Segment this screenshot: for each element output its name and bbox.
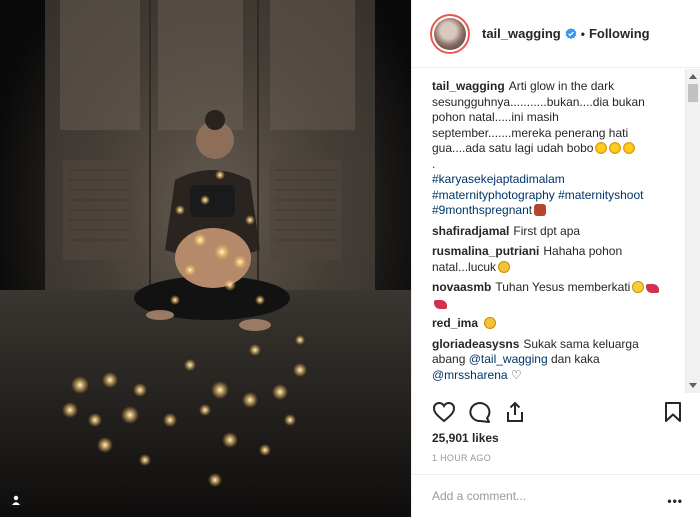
scroll-down-arrow-icon[interactable]	[689, 383, 697, 388]
avatar-image	[434, 17, 466, 50]
post-dialog: tail_wagging • Following tail_wagging Art…	[0, 0, 700, 517]
star-emoji-icon	[623, 142, 636, 154]
caption-trail: .	[432, 156, 436, 171]
comment-mention[interactable]: @mrssharena	[432, 368, 508, 382]
post-side-panel: tail_wagging • Following tail_wagging Art…	[411, 0, 700, 517]
comment-item: red_ima	[432, 316, 667, 332]
laughing-emoji-icon	[484, 317, 497, 329]
share-icon[interactable]	[504, 401, 526, 423]
comment-username[interactable]: red_ima	[432, 316, 478, 330]
post-timestamp[interactable]: 1 HOUR AGO	[432, 453, 491, 463]
comment-username[interactable]: shafiradjamal	[432, 224, 509, 238]
comment-text: Tuhan Yesus memberkati	[495, 280, 631, 294]
comments-scrollbar[interactable]	[685, 69, 700, 393]
laughing-emoji-icon	[498, 260, 511, 273]
comment-username[interactable]: novaasmb	[432, 280, 491, 294]
heart-icon[interactable]	[432, 401, 456, 423]
tagged-people-button[interactable]	[7, 491, 25, 509]
comment-mention[interactable]: @tail_wagging	[469, 352, 548, 366]
action-bar	[432, 401, 682, 427]
praying-hands-emoji-icon	[534, 204, 547, 216]
comment-item: rusmalina_putriani Hahaha pohon natal...l…	[432, 244, 667, 275]
bookmark-icon[interactable]	[664, 401, 682, 423]
post-header: tail_wagging • Following	[412, 0, 700, 68]
header-username[interactable]: tail_wagging	[482, 26, 561, 41]
photo-illustration	[0, 0, 411, 517]
following-button[interactable]: Following	[589, 26, 650, 41]
comment-item: shafiradjamal First dpt apa	[432, 224, 667, 240]
person-icon	[12, 495, 20, 505]
caption: tail_wagging Arti glow in the dark sesung…	[432, 79, 667, 219]
comment-heart: ♡	[510, 367, 522, 382]
kiss-mark-emoji-icon	[434, 299, 447, 309]
post-photo[interactable]	[0, 0, 411, 517]
avatar[interactable]	[430, 13, 470, 54]
verified-badge-icon	[565, 27, 577, 39]
scrollbar-thumb[interactable]	[688, 84, 698, 102]
comment-icon[interactable]	[468, 401, 492, 423]
add-comment-section: •••	[412, 474, 700, 517]
comment-username[interactable]: rusmalina_putriani	[432, 244, 539, 258]
star-emoji-icon	[595, 142, 608, 154]
more-options-button[interactable]: •••	[667, 494, 683, 508]
separator-dot: •	[580, 26, 585, 41]
comment-text: First dpt apa	[513, 223, 581, 238]
smiling-emoji-icon	[632, 281, 645, 293]
likes-count[interactable]: 25,901 likes	[432, 431, 499, 445]
comments-list[interactable]: tail_wagging Arti glow in the dark sesung…	[412, 69, 700, 393]
comment-item: novaasmb Tuhan Yesus memberkati	[432, 280, 667, 311]
add-comment-input[interactable]	[432, 487, 632, 505]
caption-username[interactable]: tail_wagging	[432, 79, 505, 93]
kiss-mark-emoji-icon	[646, 284, 660, 293]
star-emoji-icon	[609, 142, 622, 154]
comment-username[interactable]: gloriadeasysns	[432, 337, 519, 351]
scroll-up-arrow-icon[interactable]	[689, 74, 697, 79]
comment-text-continued: dan kaka	[550, 352, 600, 366]
comment-item: gloriadeasysns Sukak sama keluarga abang …	[432, 337, 667, 384]
